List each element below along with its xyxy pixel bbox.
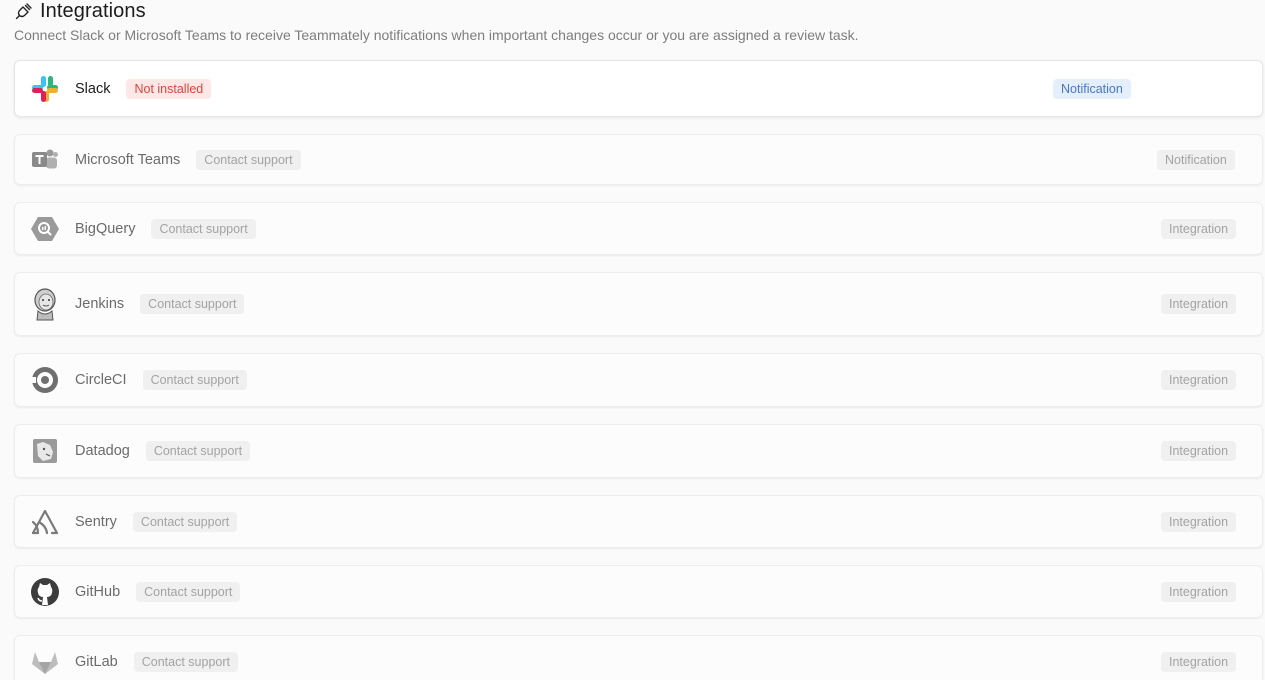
status-badge[interactable]: Contact support [142,370,247,390]
type-badge: Integration [1161,294,1237,314]
status-badge[interactable]: Not installed [126,78,212,99]
integration-name: Sentry [75,513,117,530]
integration-card-github[interactable]: GitHub Contact support Integration [14,565,1263,618]
status-badge[interactable]: Contact support [136,581,241,602]
slack-icon [30,74,60,104]
title-row: Integrations [14,0,859,22]
jenkins-icon [30,288,60,321]
integrations-page: Integrations Connect Slack or Microsoft … [0,0,1265,680]
integration-card-slack[interactable]: Slack Not installed Notification [14,60,1263,117]
status-badge[interactable]: Contact support [140,294,245,314]
integration-card-bigquery[interactable]: BigQuery Contact support Integration [14,202,1263,255]
integration-name: BigQuery [75,220,136,237]
bigquery-icon [30,214,60,244]
integration-card-jenkins[interactable]: Jenkins Contact support Integration [14,272,1263,336]
status-badge[interactable]: Contact support [196,149,301,170]
type-badge: Integration [1161,441,1237,461]
integration-name: GitHub [75,583,121,600]
integration-card-circleci[interactable]: CircleCI Contact support Integration [14,353,1263,407]
type-badge: Notification [1053,78,1131,99]
plug-icon [14,1,34,21]
integration-card-microsoft-teams[interactable]: Microsoft Teams Contact support Notifica… [14,134,1263,185]
integration-name: GitLab [75,653,118,670]
integration-card-datadog[interactable]: Datadog Contact support Integration [14,424,1263,478]
type-badge: Integration [1161,581,1237,602]
microsoft-teams-icon [30,145,60,175]
github-icon [30,577,60,607]
integration-name: Slack [75,80,111,97]
type-badge: Notification [1157,149,1235,170]
page-title: Integrations [40,0,146,22]
integration-card-sentry[interactable]: Sentry Contact support Integration [14,495,1263,548]
status-badge[interactable]: Contact support [133,651,238,672]
gitlab-icon [30,647,60,677]
integration-name: CircleCI [75,372,127,388]
type-badge: Integration [1161,218,1237,239]
integration-name: Jenkins [75,296,125,312]
integration-card-gitlab[interactable]: GitLab Contact support Integration [14,635,1263,680]
circleci-icon [30,365,60,395]
sentry-icon [30,507,60,537]
status-badge[interactable]: Contact support [151,218,256,239]
integration-name: Datadog [75,443,130,459]
type-badge: Integration [1161,651,1237,672]
type-badge: Integration [1161,370,1237,390]
type-badge: Integration [1161,511,1237,532]
page-header: Integrations Connect Slack or Microsoft … [14,0,859,43]
integration-name: Microsoft Teams [75,151,181,168]
page-subtitle: Connect Slack or Microsoft Teams to rece… [14,27,859,43]
datadog-icon [30,436,60,466]
status-badge[interactable]: Contact support [145,441,251,461]
status-badge[interactable]: Contact support [132,511,238,532]
